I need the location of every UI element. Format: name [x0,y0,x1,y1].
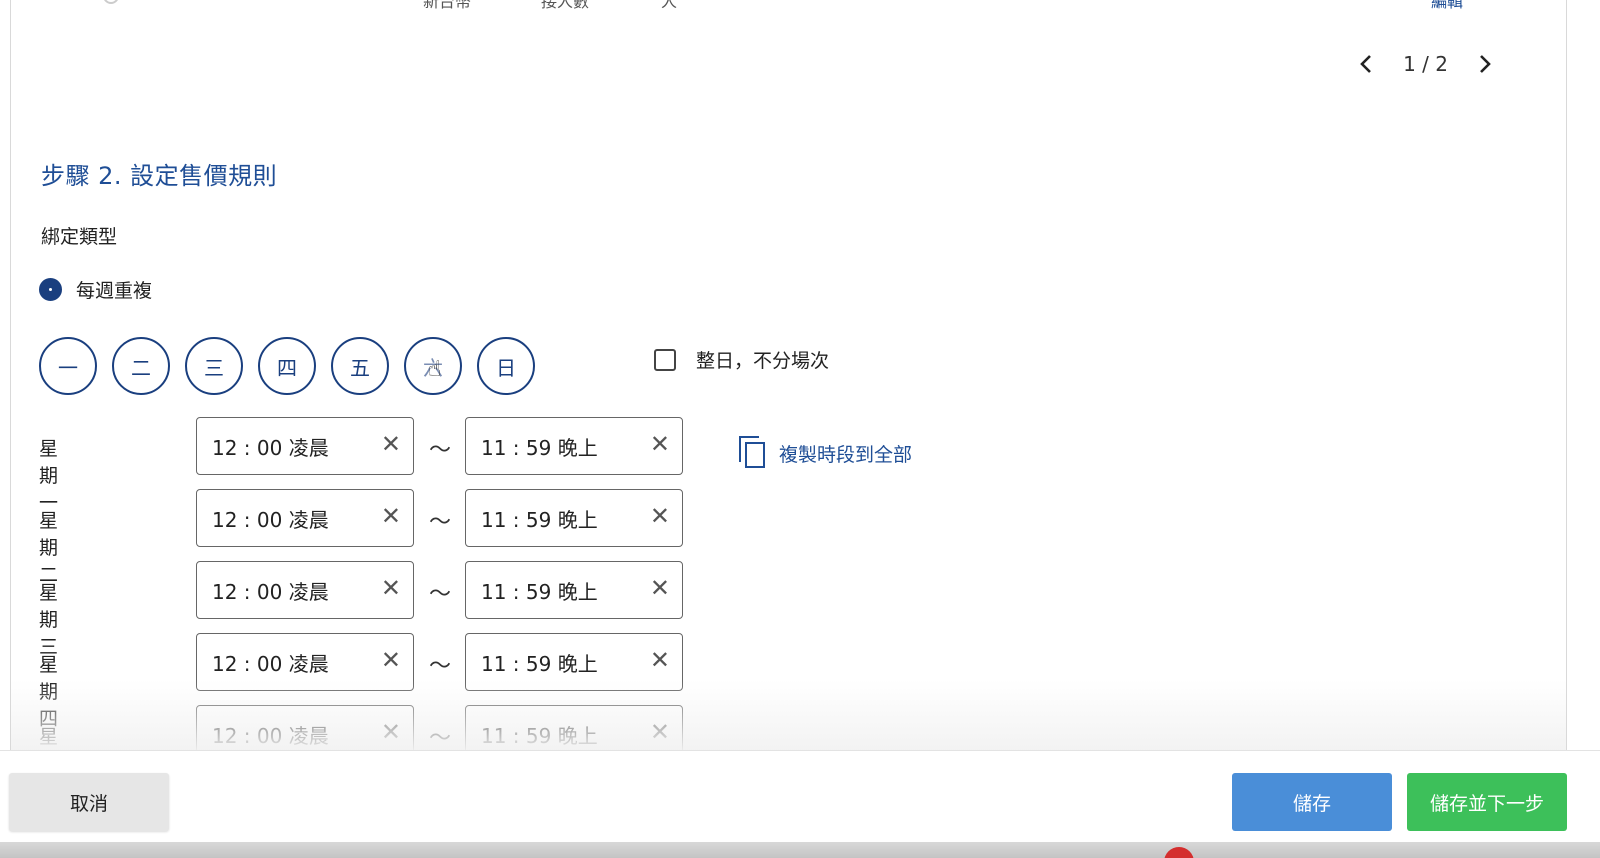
day-label: 星期五 [39,726,59,748]
weekly-repeat-option[interactable]: 每週重複 [39,276,152,303]
edit-link[interactable]: 編輯 [1431,0,1463,12]
start-time-input[interactable]: 12 : 00 凌晨 ✕ [196,489,414,547]
weekday-label: 日 [496,355,516,380]
start-time-input[interactable]: 12 : 00 凌晨 ✕ [196,561,414,619]
taskbar-app-icon[interactable] [1164,847,1194,858]
save-button[interactable]: 儲存 [1232,773,1392,831]
all-day-option[interactable]: 整日，不分場次 [654,346,829,373]
start-time-input[interactable]: 12 : 00 凌晨 ✕ [196,633,414,691]
end-time-value: 11 : 59 晚上 [481,507,598,532]
range-separator: ～ [429,438,452,463]
end-time-value: 11 : 59 晚上 [481,723,598,748]
clear-icon[interactable]: ✕ [381,648,401,672]
weekday-label: 二 [131,355,151,380]
step-title: 步驟 2. 設定售價規則 [41,162,278,190]
day-label: 星期一 [39,438,59,514]
weekly-repeat-label: 每週重複 [76,280,153,302]
day-label: 星期四 [39,654,59,730]
cancel-button[interactable]: 取消 [9,773,169,831]
start-time-value: 12 : 00 凌晨 [212,579,329,604]
clear-icon[interactable]: ✕ [381,432,401,456]
start-time-input[interactable]: 12 : 00 凌晨 ✕ [196,705,414,750]
copy-icon [739,436,767,470]
copy-to-all-label: 複製時段到全部 [779,443,913,466]
currency-cell: 新台幣 [423,0,472,11]
pointer-cursor-icon: ☝ [428,357,442,382]
footer-action-bar: 取消 儲存 儲存並下一步 [0,750,1600,842]
binding-type-label: 綁定類型 [41,226,118,248]
clear-icon[interactable]: ✕ [650,648,670,672]
end-time-value: 11 : 59 晚上 [481,651,598,676]
clear-icon[interactable]: ✕ [650,576,670,600]
start-time-value: 12 : 00 凌晨 [212,435,329,460]
chevron-left-icon [1360,55,1371,73]
pagination: 1 / 2 [1355,52,1496,76]
weekly-repeat-radio[interactable] [39,278,62,301]
start-time-value: 12 : 00 凌晨 [212,507,329,532]
page-indicator: 1 / 2 [1403,52,1448,76]
weekday-button-fri[interactable]: 五 [331,337,389,395]
clear-icon[interactable]: ✕ [381,720,401,744]
weekday-label: 五 [350,355,370,380]
day-label: 星期二 [39,510,59,586]
weekday-button-wed[interactable]: 三 [185,337,243,395]
range-separator: ～ [429,510,452,535]
start-time-value: 12 : 00 凌晨 [212,723,329,748]
range-separator: ～ [429,654,452,679]
day-label: 星期三 [39,582,59,658]
clear-icon[interactable]: ✕ [381,504,401,528]
weekday-button-tue[interactable]: 二 [112,337,170,395]
all-day-checkbox[interactable] [654,348,676,371]
end-time-input[interactable]: 11 : 59 晚上 ✕ [465,561,683,619]
page-total: 2 [1435,52,1448,76]
weekday-button-sat[interactable]: 六 ☝ [404,337,462,395]
end-time-input[interactable]: 11 : 59 晚上 ✕ [465,705,683,750]
end-time-input[interactable]: 11 : 59 晚上 ✕ [465,489,683,547]
weekday-button-sun[interactable]: 日 [477,337,535,395]
weekday-button-thu[interactable]: 四 [258,337,316,395]
chevron-right-icon [1480,55,1491,73]
weekday-label: 三 [204,355,224,380]
range-separator: ～ [429,726,452,750]
taskbar [0,842,1600,858]
save-and-next-button[interactable]: 儲存並下一步 [1407,773,1567,831]
copy-to-all-link[interactable]: 複製時段到全部 [739,436,912,470]
clear-icon[interactable]: ✕ [650,720,670,744]
row-radio-partial[interactable] [103,0,119,4]
prev-page-button[interactable] [1355,53,1377,75]
clear-icon[interactable]: ✕ [381,576,401,600]
end-time-input[interactable]: 11 : 59 晚上 ✕ [465,633,683,691]
start-time-value: 12 : 00 凌晨 [212,651,329,676]
end-time-input[interactable]: 11 : 59 晚上 ✕ [465,417,683,475]
weekday-label: 一 [58,355,78,380]
range-separator: ～ [429,582,452,607]
next-page-button[interactable] [1474,53,1496,75]
partial-table-row: 新台幣 接人數 人 編輯 [11,0,1566,11]
form-panel: 新台幣 接人數 人 編輯 1 / 2 步驟 2. 設定售價規則 綁定類型 每週重… [10,0,1567,750]
clear-icon[interactable]: ✕ [650,504,670,528]
page-current: 1 [1403,52,1416,76]
capacity-cell: 接人數 [541,0,590,11]
weekday-button-mon[interactable]: 一 [39,337,97,395]
start-time-input[interactable]: 12 : 00 凌晨 ✕ [196,417,414,475]
weekday-label: 四 [277,355,297,380]
unit-cell: 人 [661,0,678,11]
end-time-value: 11 : 59 晚上 [481,579,598,604]
end-time-value: 11 : 59 晚上 [481,435,598,460]
all-day-label: 整日，不分場次 [696,350,830,372]
clear-icon[interactable]: ✕ [650,432,670,456]
weekday-selector: 一 二 三 四 五 六 ☝ 日 [39,337,535,395]
page-separator: / [1422,52,1429,76]
